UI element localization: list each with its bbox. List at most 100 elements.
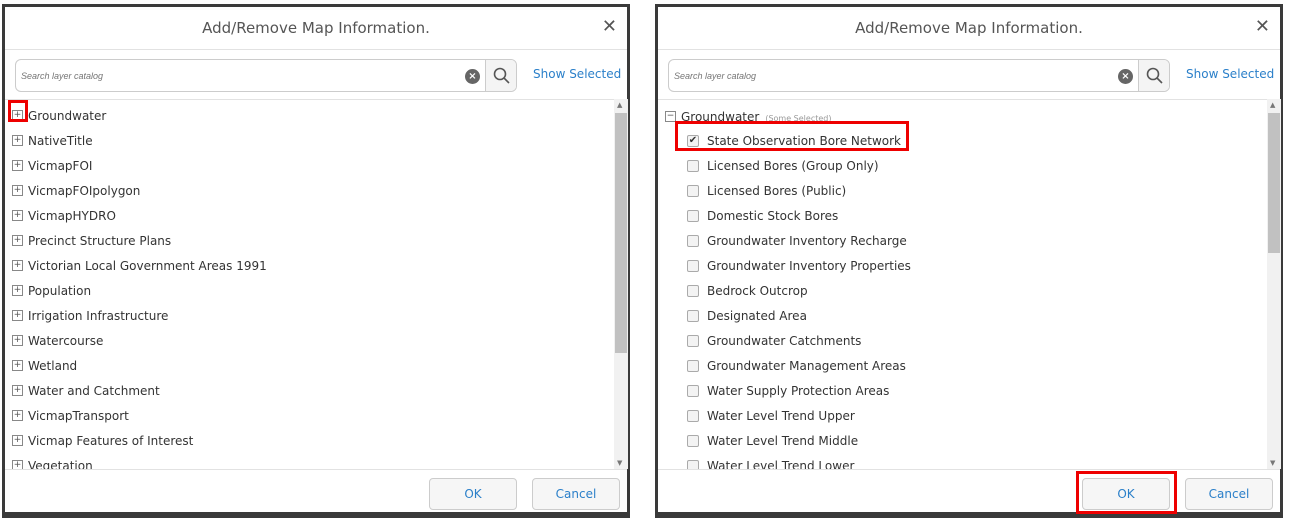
expand-icon[interactable]: +	[12, 160, 23, 171]
layer-group-item[interactable]: + Precinct Structure Plans	[12, 229, 171, 254]
layer-label: NativeTitle	[28, 134, 93, 148]
layer-group-item[interactable]: + Population	[12, 279, 91, 304]
scrollbar-thumb[interactable]	[1268, 113, 1280, 253]
search-input[interactable]	[16, 60, 476, 91]
layer-checkbox[interactable]	[687, 284, 699, 297]
layer-item[interactable]: ✔ State Observation Bore Network	[687, 129, 901, 154]
layer-checkbox[interactable]	[687, 459, 699, 469]
expand-icon[interactable]: +	[12, 385, 23, 396]
expand-icon[interactable]: +	[12, 360, 23, 371]
expand-icon[interactable]: +	[12, 185, 23, 196]
layer-group-item[interactable]: + Water and Catchment	[12, 379, 160, 404]
search-input[interactable]	[669, 60, 1129, 91]
layer-group-item[interactable]: + Irrigation Infrastructure	[12, 304, 168, 329]
layer-item[interactable]: Groundwater Management Areas	[687, 354, 906, 379]
layer-label: Irrigation Infrastructure	[28, 309, 169, 323]
layer-group-item[interactable]: + Victorian Local Government Areas 1991	[12, 254, 267, 279]
expand-icon[interactable]: +	[12, 460, 23, 469]
group-label: Groundwater	[681, 110, 760, 124]
layer-group-item[interactable]: + Vicmap Features of Interest	[12, 429, 193, 454]
expand-icon[interactable]: +	[12, 260, 23, 271]
layer-label: Bedrock Outcrop	[707, 284, 808, 298]
layer-checkbox[interactable]	[687, 259, 699, 272]
group-groundwater[interactable]: − Groundwater (Some Selected)	[665, 105, 831, 130]
search-button[interactable]	[485, 60, 516, 91]
layer-checkbox[interactable]	[687, 209, 699, 222]
collapse-icon[interactable]: −	[665, 111, 676, 122]
layer-label: VicmapHYDRO	[28, 209, 116, 223]
expand-icon[interactable]: +	[12, 210, 23, 221]
scrollbar[interactable]: ▲ ▼	[614, 99, 628, 469]
layer-label: Groundwater Catchments	[707, 334, 862, 348]
layer-group-item[interactable]: + VicmapHYDRO	[12, 204, 116, 229]
expand-icon[interactable]: +	[12, 235, 23, 246]
close-icon[interactable]: ✕	[1255, 17, 1270, 37]
layer-label: Groundwater Management Areas	[707, 359, 906, 373]
cancel-button[interactable]: Cancel	[1185, 478, 1273, 510]
layer-label: Licensed Bores (Public)	[707, 184, 847, 198]
layer-group-item[interactable]: + Vegetation	[12, 454, 93, 469]
layer-group-item[interactable]: + VicmapTransport	[12, 404, 129, 429]
layer-item[interactable]: Bedrock Outcrop	[687, 279, 808, 304]
show-selected-link[interactable]: Show Selected	[533, 67, 621, 81]
expand-icon[interactable]: +	[12, 435, 23, 446]
search-icon	[1146, 67, 1163, 84]
clear-search-icon[interactable]: ×	[1118, 69, 1133, 84]
layer-item[interactable]: Licensed Bores (Group Only)	[687, 154, 879, 179]
layer-checkbox[interactable]	[687, 409, 699, 422]
expand-icon[interactable]: +	[12, 410, 23, 421]
layer-label: VicmapFOI	[28, 159, 93, 173]
ok-button[interactable]: OK	[429, 478, 517, 510]
layer-item[interactable]: Domestic Stock Bores	[687, 204, 838, 229]
layer-checkbox[interactable]	[687, 384, 699, 397]
layer-item[interactable]: Water Level Trend Upper	[687, 404, 855, 429]
search-button[interactable]	[1138, 60, 1169, 91]
layer-label: Groundwater	[28, 109, 107, 123]
layer-list: + Groundwater + NativeTitle + VicmapFOI + Vicma…	[5, 99, 614, 469]
layer-item[interactable]: Groundwater Inventory Properties	[687, 254, 911, 279]
scrollbar[interactable]: ▲ ▼	[1267, 99, 1281, 469]
dialog-title: Add/Remove Map Information.	[658, 7, 1280, 50]
clear-search-icon[interactable]: ×	[465, 69, 480, 84]
layer-checkbox[interactable]	[687, 159, 699, 172]
layer-group-item[interactable]: + Watercourse	[12, 329, 103, 354]
group-status: (Some Selected)	[765, 114, 832, 123]
layer-group-item[interactable]: + Wetland	[12, 354, 77, 379]
layer-group-item[interactable]: + VicmapFOI	[12, 154, 92, 179]
expand-icon[interactable]: +	[12, 135, 23, 146]
layer-checkbox[interactable]	[687, 309, 699, 322]
cancel-button[interactable]: Cancel	[532, 478, 620, 510]
layer-group-item[interactable]: + VicmapFOIpolygon	[12, 179, 140, 204]
show-selected-link[interactable]: Show Selected	[1186, 67, 1274, 81]
layer-label: Watercourse	[28, 334, 104, 348]
layer-item[interactable]: Designated Area	[687, 304, 807, 329]
layer-checkbox[interactable]: ✔	[687, 134, 699, 147]
layer-checkbox[interactable]	[687, 234, 699, 247]
add-remove-map-dialog-expanded: Add/Remove Map Information. ✕ × Show Sel…	[655, 4, 1283, 518]
layer-checkbox[interactable]	[687, 434, 699, 447]
layer-label: VicmapFOIpolygon	[28, 184, 141, 198]
layer-label: Water Level Trend Upper	[707, 409, 855, 423]
layer-item[interactable]: Water Supply Protection Areas	[687, 379, 889, 404]
layer-label: VicmapTransport	[28, 409, 129, 423]
layer-checkbox[interactable]	[687, 184, 699, 197]
expand-icon[interactable]: +	[12, 310, 23, 321]
layer-item[interactable]: Water Level Trend Lower	[687, 454, 854, 469]
layer-item[interactable]: Groundwater Catchments	[687, 329, 861, 354]
layer-group-item[interactable]: + NativeTitle	[12, 129, 93, 154]
dialog-footer: OK Cancel	[5, 469, 627, 512]
close-icon[interactable]: ✕	[602, 17, 617, 37]
layer-item[interactable]: Water Level Trend Middle	[687, 429, 858, 454]
layer-checkbox[interactable]	[687, 359, 699, 372]
expand-icon[interactable]: +	[12, 110, 23, 121]
layer-label: Water and Catchment	[28, 384, 160, 398]
expand-icon[interactable]: +	[12, 335, 23, 346]
ok-button[interactable]: OK	[1082, 478, 1170, 510]
layer-group-item[interactable]: + Groundwater	[12, 104, 106, 129]
layer-label: Designated Area	[707, 309, 807, 323]
layer-checkbox[interactable]	[687, 334, 699, 347]
layer-item[interactable]: Groundwater Inventory Recharge	[687, 229, 907, 254]
scrollbar-thumb[interactable]	[615, 113, 627, 353]
layer-item[interactable]: Licensed Bores (Public)	[687, 179, 846, 204]
expand-icon[interactable]: +	[12, 285, 23, 296]
